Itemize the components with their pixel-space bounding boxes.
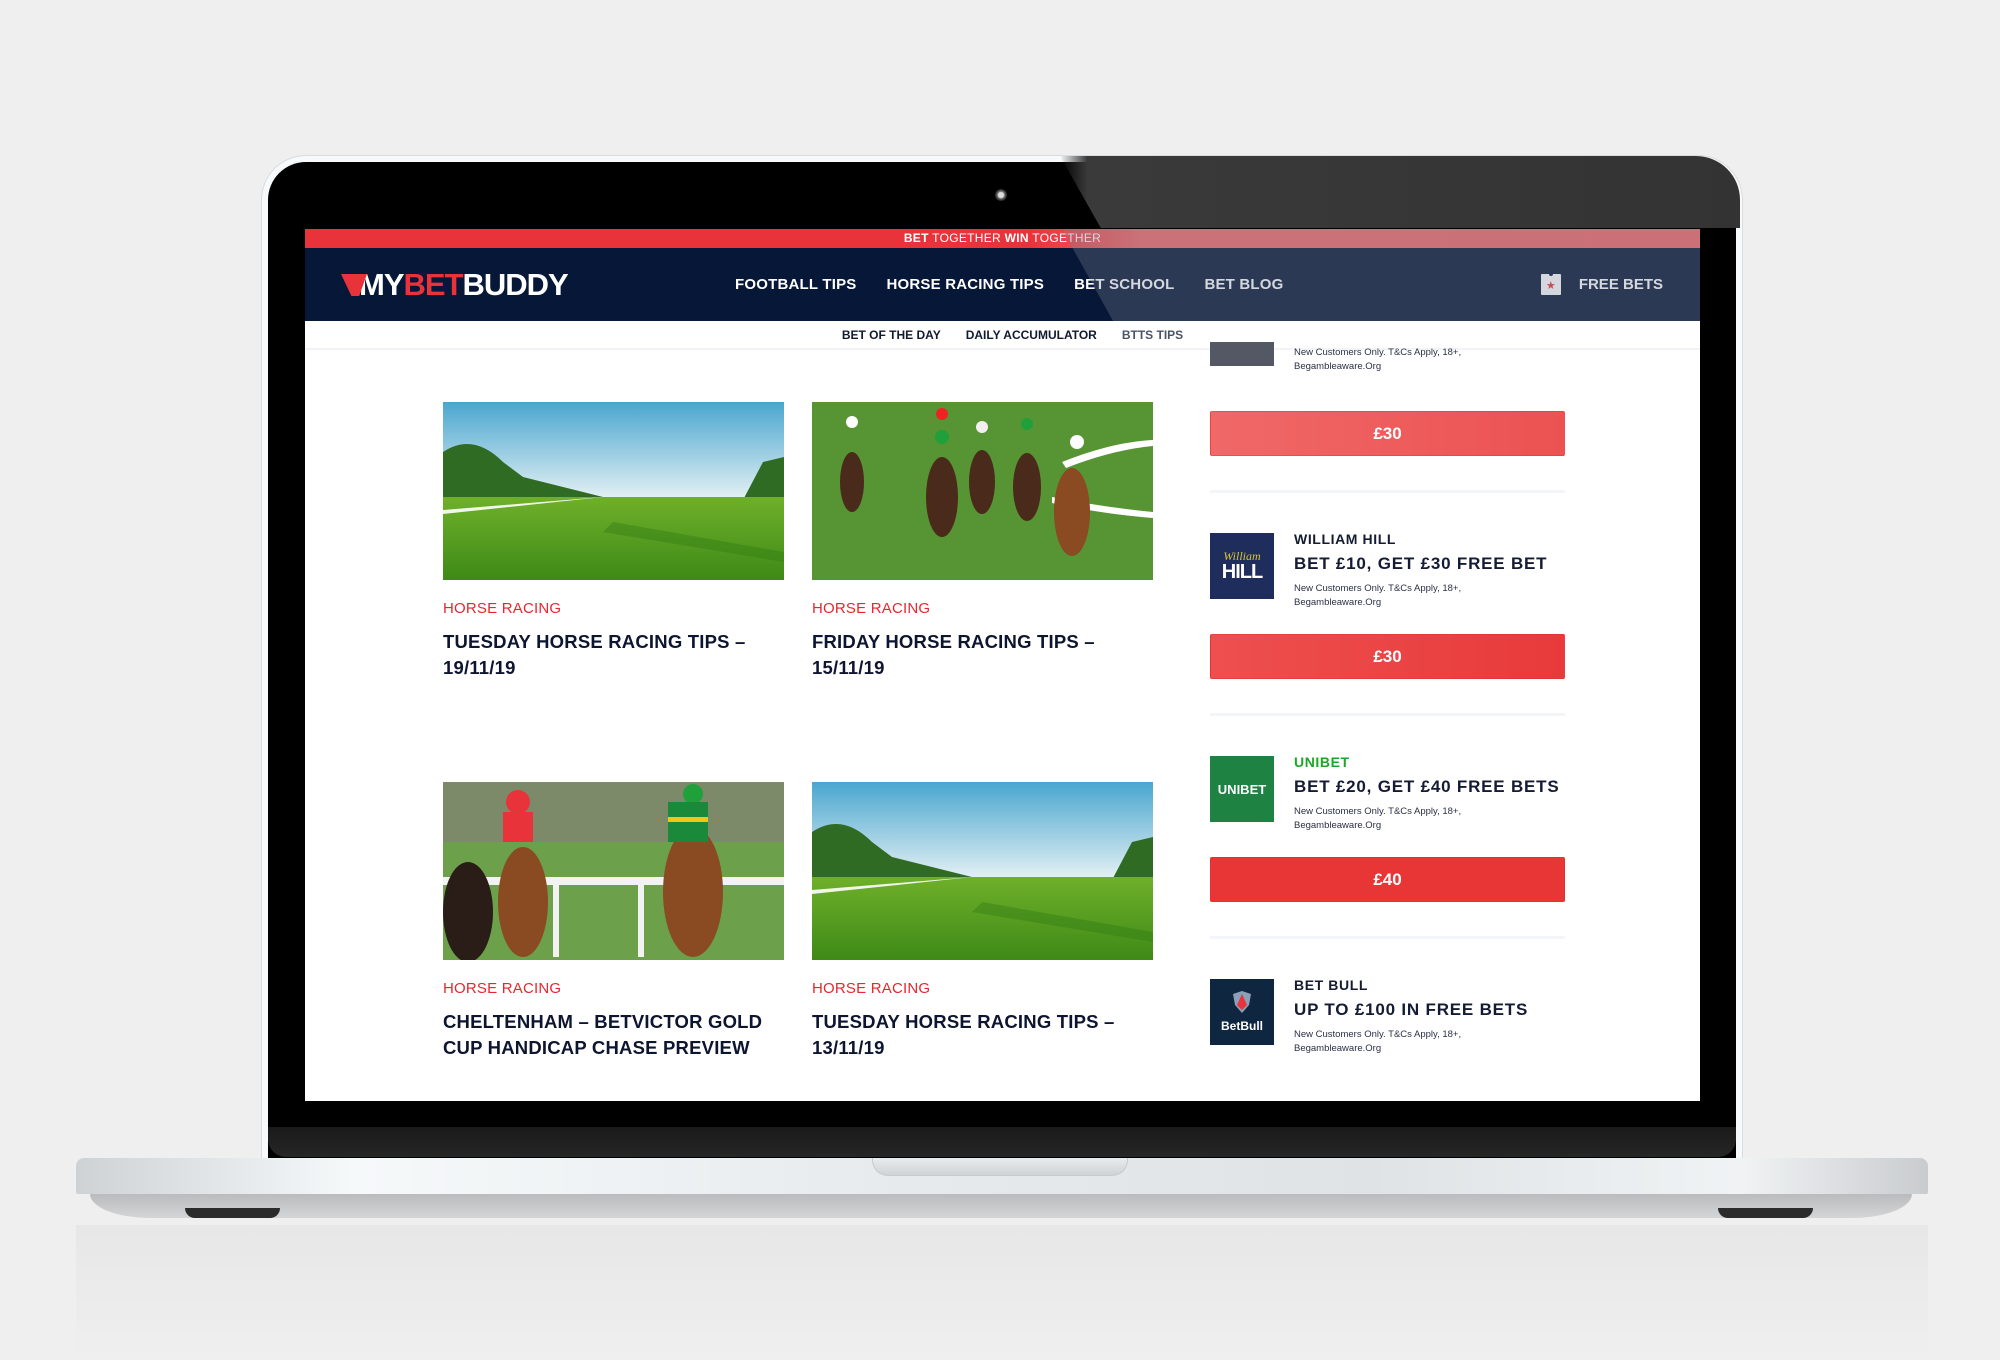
bull-shield-icon — [1233, 991, 1251, 1013]
article-card[interactable]: HORSE RACING CHELTENHAM – BETVICTOR GOLD… — [443, 782, 784, 1061]
laptop-reflection — [76, 1225, 1928, 1360]
logo-buddy: BUDDY — [462, 267, 569, 302]
offer-terms: New Customers Only. T&Cs Apply, 18+, Beg… — [1294, 805, 1560, 833]
article-title[interactable]: CHELTENHAM – BETVICTOR GOLD CUP HANDICAP… — [443, 1009, 784, 1061]
nav-bet-school[interactable]: BET SCHOOL — [1074, 276, 1174, 293]
tagline-bar: BET TOGETHER WIN TOGETHER — [305, 229, 1700, 248]
nav-football-tips[interactable]: FOOTBALL TIPS — [735, 276, 857, 293]
empty-racecourse-image — [812, 782, 1153, 960]
jockeys-racing-image — [443, 782, 784, 960]
offer-headline: BET £10, GET £30 FREE BET — [1294, 554, 1548, 573]
terms-line: Begambleaware.Org — [1294, 1043, 1382, 1054]
offer-text: UNIBET BET £20, GET £40 FREE BETS New Cu… — [1294, 754, 1560, 833]
offer-text: New Customers Only. T&Cs Apply, 18+, Beg… — [1294, 338, 1461, 374]
offer-text: WILLIAM HILL BET £10, GET £30 FREE BET N… — [1294, 531, 1547, 610]
unibet-logo[interactable]: UNIBET — [1210, 756, 1274, 822]
article-category[interactable]: HORSE RACING — [443, 980, 784, 997]
offer-headline: UP TO £100 IN FREE BETS — [1294, 1000, 1529, 1019]
tagline-together-2: TOGETHER — [1028, 231, 1102, 245]
sub-nav: BET OF THE DAY DAILY ACCUMULATOR BTTS TI… — [305, 321, 1700, 350]
offer-terms: New Customers Only. T&Cs Apply, 18+, Beg… — [1294, 346, 1461, 374]
william-hill-logo[interactable]: William HILL — [1210, 533, 1274, 599]
article-thumbnail[interactable] — [443, 782, 784, 960]
article-title[interactable]: TUESDAY HORSE RACING TIPS – 19/11/19 — [443, 629, 784, 681]
article-title[interactable]: FRIDAY HORSE RACING TIPS – 15/11/19 — [812, 629, 1153, 681]
main-nav: FOOTBALL TIPS HORSE RACING TIPS BET SCHO… — [735, 248, 1284, 321]
terms-line: New Customers Only. T&Cs Apply, 18+, — [1294, 1029, 1462, 1040]
article-category[interactable]: HORSE RACING — [812, 600, 1153, 617]
article-thumbnail[interactable] — [812, 402, 1153, 580]
laptop-foot-right — [1718, 1208, 1813, 1218]
claim-offer-button[interactable]: £30 — [1210, 634, 1565, 679]
site-logo[interactable]: MY BET BUDDY — [341, 267, 569, 302]
claim-offer-button[interactable]: £40 — [1210, 857, 1565, 902]
logo-text: UNIBET — [1217, 781, 1267, 797]
claim-offer-button[interactable]: £30 — [1210, 411, 1565, 456]
article-card[interactable]: HORSE RACING TUESDAY HORSE RACING TIPS –… — [812, 782, 1153, 1061]
bookmaker-name: BET BULL — [1294, 977, 1369, 993]
nav-horse-racing-tips[interactable]: HORSE RACING TIPS — [887, 276, 1045, 293]
logo-text: HILL — [1221, 561, 1263, 583]
offer-headline: BET £20, GET £40 FREE BETS — [1294, 777, 1560, 796]
offer-terms: New Customers Only. T&Cs Apply, 18+, Beg… — [1294, 1028, 1528, 1056]
terms-line: New Customers Only. T&Cs Apply, 18+, — [1294, 806, 1462, 817]
horses-racing-image — [812, 402, 1153, 580]
logo-my: MY — [359, 267, 404, 302]
betbull-logo[interactable]: BetBull — [1210, 979, 1274, 1045]
terms-line: New Customers Only. T&Cs Apply, 18+, — [1294, 583, 1462, 594]
terms-line: New Customers Only. T&Cs Apply, 18+, — [1294, 347, 1462, 358]
webcam — [995, 189, 1007, 201]
offer-text: BET BULL UP TO £100 IN FREE BETS New Cus… — [1294, 977, 1528, 1056]
offer-terms: New Customers Only. T&Cs Apply, 18+, Beg… — [1294, 582, 1547, 610]
laptop-chin — [268, 1127, 1736, 1157]
terms-line: Begambleaware.Org — [1294, 820, 1382, 831]
ticket-star-icon: ★ — [1540, 272, 1561, 295]
bookmaker-name: UNIBET — [1294, 754, 1350, 770]
offer-divider — [1210, 936, 1565, 939]
article-card[interactable]: HORSE RACING FRIDAY HORSE RACING TIPS – … — [812, 402, 1153, 681]
tagline-together: TOGETHER — [928, 231, 1005, 245]
site-header: MY BET BUDDY FOOTBALL TIPS HORSE RACING TI… — [305, 229, 1700, 321]
logo-bet: BET — [403, 267, 464, 302]
terms-line: Begambleaware.Org — [1294, 361, 1382, 372]
laptop-notch — [872, 1158, 1128, 1176]
article-category[interactable]: HORSE RACING — [812, 980, 1153, 997]
subnav-btts-tips[interactable]: BTTS TIPS — [1122, 328, 1183, 342]
tagline-bet: BET — [903, 231, 929, 245]
empty-racecourse-image — [443, 402, 784, 580]
browser-screen: BET TOGETHER WIN TOGETHER MY BET BUDDY FOO… — [305, 229, 1700, 1101]
free-bets-label: FREE BETS — [1578, 276, 1663, 293]
article-title[interactable]: TUESDAY HORSE RACING TIPS – 13/11/19 — [812, 1009, 1153, 1061]
offer-divider — [1210, 490, 1565, 493]
bookmaker-logo[interactable] — [1210, 342, 1274, 366]
article-thumbnail[interactable] — [812, 782, 1153, 960]
bookmaker-name: WILLIAM HILL — [1294, 531, 1397, 547]
article-card[interactable]: HORSE RACING TUESDAY HORSE RACING TIPS –… — [443, 402, 784, 681]
free-bets-link[interactable]: ★ FREE BETS — [1540, 248, 1663, 321]
offer-divider — [1210, 713, 1565, 716]
subnav-bet-of-the-day[interactable]: BET OF THE DAY — [842, 328, 941, 342]
laptop-foot-left — [185, 1208, 280, 1218]
terms-line: Begambleaware.Org — [1294, 597, 1382, 608]
logo-text: BetBull — [1221, 1019, 1263, 1033]
laptop-base-bottom — [90, 1194, 1912, 1218]
screen-glare — [1060, 156, 1740, 228]
article-category[interactable]: HORSE RACING — [443, 600, 784, 617]
nav-bet-blog[interactable]: BET BLOG — [1204, 276, 1283, 293]
tagline-win: WIN — [1004, 231, 1029, 245]
subnav-daily-accumulator[interactable]: DAILY ACCUMULATOR — [966, 328, 1097, 342]
article-thumbnail[interactable] — [443, 402, 784, 580]
